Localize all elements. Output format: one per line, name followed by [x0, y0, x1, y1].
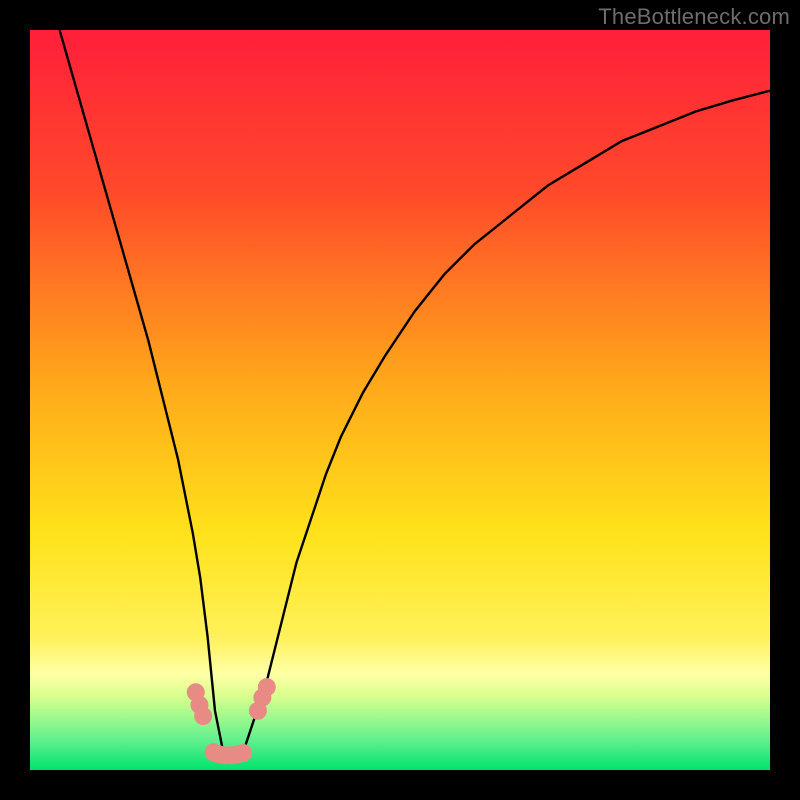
curve-marker: [258, 679, 275, 696]
gradient-rect: [30, 30, 770, 770]
curve-marker: [195, 707, 212, 724]
plot-svg: [30, 30, 770, 770]
plot-area: [30, 30, 770, 770]
chart-frame: TheBottleneck.com: [0, 0, 800, 800]
curve-marker: [235, 744, 252, 761]
watermark-text: TheBottleneck.com: [598, 4, 790, 30]
